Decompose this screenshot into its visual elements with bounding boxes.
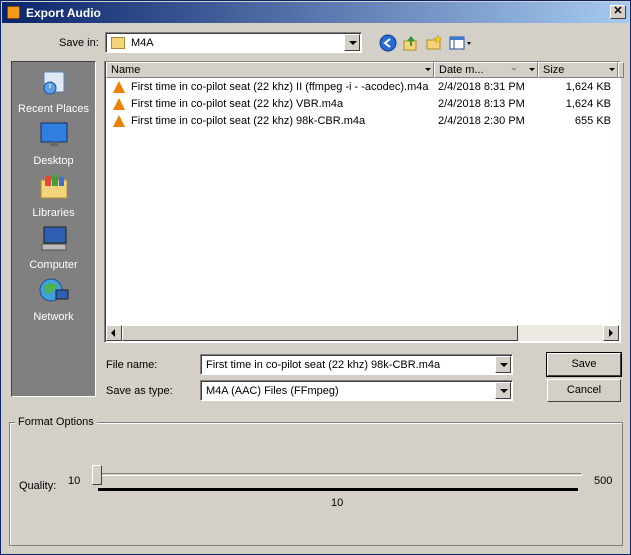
close-button[interactable]: ✕ [610, 5, 626, 19]
column-header-name[interactable]: Name [106, 62, 434, 78]
view-menu-icon[interactable] [448, 34, 474, 52]
scroll-right-button[interactable] [603, 325, 619, 341]
file-date: 2/4/2018 8:31 PM [438, 81, 525, 93]
file-size: 1,624 KB [565, 98, 611, 110]
file-name: First time in co-pilot seat (22 khz) 98k… [131, 115, 366, 127]
libraries-icon [40, 175, 67, 199]
window-title: Export Audio [26, 6, 101, 20]
file-date: 2/4/2018 2:30 PM [438, 115, 525, 127]
new-folder-icon[interactable] [425, 34, 443, 52]
app-icon [7, 6, 20, 19]
column-date-label: Date m... [439, 64, 484, 76]
quality-slider-track[interactable] [98, 473, 582, 476]
chevron-down-icon[interactable] [495, 356, 511, 373]
table-row[interactable]: First time in co-pilot seat (22 khz) 98k… [107, 113, 619, 130]
column-size-label: Size [543, 64, 565, 76]
column-name-label: Name [111, 64, 141, 76]
file-name-value: First time in co-pilot seat (22 khz) 98k… [206, 359, 441, 371]
file-name: First time in co-pilot seat (22 khz) II … [131, 81, 429, 93]
sort-indicator-icon [511, 68, 517, 71]
quality-max: 500 [594, 475, 613, 487]
quality-min: 10 [68, 475, 81, 487]
back-icon[interactable] [379, 34, 397, 52]
export-audio-dialog: Export Audio ✕ Save in: M4A Recent Place… [0, 0, 631, 555]
up-folder-icon[interactable] [402, 34, 420, 52]
save-in-value: M4A [131, 37, 154, 49]
place-recent-places[interactable]: Recent Places [12, 68, 95, 115]
place-label: Libraries [32, 207, 75, 219]
chevron-down-icon[interactable] [425, 68, 431, 71]
file-date: 2/4/2018 8:13 PM [438, 98, 525, 110]
arrow-right-icon [609, 329, 613, 337]
column-header-date[interactable]: Date m... [434, 62, 538, 78]
recent-places-icon [43, 71, 64, 95]
file-name-input[interactable]: First time in co-pilot seat (22 khz) 98k… [200, 354, 513, 375]
file-name-label: File name: [106, 359, 158, 371]
cancel-button[interactable]: Cancel [547, 379, 621, 402]
quality-slider-underline [98, 488, 578, 491]
chevron-down-icon[interactable] [529, 68, 535, 71]
vlc-file-icon [113, 115, 125, 127]
save-type-dropdown[interactable]: M4A (AAC) Files (FFmpeg) [200, 380, 513, 401]
quality-label: Quality: [19, 480, 57, 492]
chevron-down-icon[interactable] [495, 382, 511, 399]
quality-slider-thumb[interactable] [92, 465, 102, 485]
places-bar: Recent Places Desktop Libraries Computer… [11, 61, 96, 397]
save-type-label: Save as type: [106, 385, 173, 397]
computer-icon [41, 226, 66, 251]
place-label: Computer [29, 259, 78, 271]
arrow-left-icon [111, 329, 115, 337]
place-libraries[interactable]: Libraries [12, 172, 95, 219]
file-size: 1,624 KB [565, 81, 611, 93]
table-row[interactable]: First time in co-pilot seat (22 khz) VBR… [107, 96, 619, 113]
vlc-file-icon [113, 81, 125, 93]
chevron-down-icon[interactable] [344, 34, 360, 51]
place-network[interactable]: Network [12, 276, 95, 323]
scroll-left-button[interactable] [106, 325, 122, 341]
title-bar: Export Audio ✕ [2, 2, 629, 23]
save-type-value: M4A (AAC) Files (FFmpeg) [206, 385, 339, 397]
place-label: Desktop [33, 155, 74, 167]
network-icon [39, 278, 68, 302]
file-name: First time in co-pilot seat (22 khz) VBR… [131, 98, 344, 110]
table-row[interactable]: First time in co-pilot seat (22 khz) II … [107, 79, 619, 96]
save-in-label: Save in: [59, 37, 99, 49]
save-button[interactable]: Save [546, 352, 622, 377]
desktop-icon [40, 122, 67, 146]
place-computer[interactable]: Computer [12, 224, 95, 271]
vlc-file-icon [113, 98, 125, 110]
column-header-size[interactable]: Size [538, 62, 618, 78]
chevron-down-icon[interactable] [609, 68, 615, 71]
save-in-dropdown[interactable]: M4A [105, 32, 362, 53]
horizontal-scrollbar[interactable] [106, 325, 619, 341]
quality-value: 10 [331, 497, 344, 509]
place-label: Network [33, 311, 74, 323]
column-header-filler [618, 62, 624, 78]
format-options-title: Format Options [15, 416, 97, 428]
folder-icon [111, 37, 125, 49]
file-size: 655 KB [574, 115, 611, 127]
scroll-thumb[interactable] [122, 325, 518, 341]
place-desktop[interactable]: Desktop [12, 120, 95, 167]
place-label: Recent Places [18, 103, 89, 115]
file-list[interactable]: Name Date m... Size First time in co-pil… [104, 61, 624, 343]
